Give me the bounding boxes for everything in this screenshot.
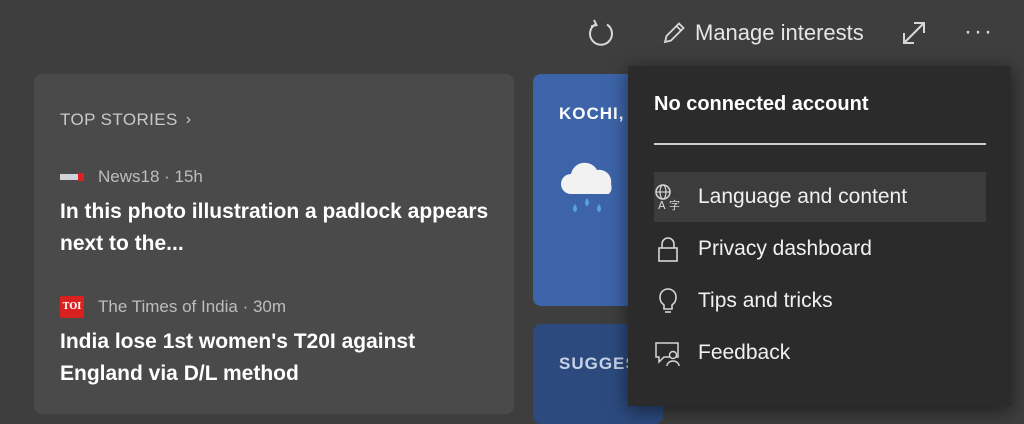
story-item[interactable]: TOI The Times of India · 30m India lose … xyxy=(60,296,500,390)
refresh-button[interactable] xyxy=(586,18,616,48)
menu-item-language-and-content[interactable]: A 字 Language and content xyxy=(654,172,986,222)
chevron-right-icon: › xyxy=(185,111,192,128)
story-source-text: News18 · 15h xyxy=(98,167,203,186)
manage-interests-button[interactable]: Manage interests xyxy=(661,20,864,46)
svg-text:字: 字 xyxy=(669,198,680,211)
news18-logo-icon xyxy=(60,166,84,188)
top-stories-card: TOP STORIES › News18 · 15h In this photo… xyxy=(34,74,514,414)
options-menu: No connected account A 字 Language and co… xyxy=(628,66,1011,406)
top-stories-title: TOP STORIES xyxy=(60,110,178,129)
menu-item-label: Feedback xyxy=(698,341,791,364)
expand-button[interactable] xyxy=(900,19,928,47)
menu-item-label: Language and content xyxy=(698,185,908,208)
more-options-button[interactable]: ··· xyxy=(964,18,994,46)
weather-city: KOCHI, xyxy=(559,104,625,123)
menu-item-tips-and-tricks[interactable]: Tips and tricks xyxy=(654,276,986,326)
manage-interests-label: Manage interests xyxy=(695,20,864,45)
menu-item-label: Tips and tricks xyxy=(698,289,833,312)
pencil-icon xyxy=(663,22,685,44)
lock-icon xyxy=(654,235,682,263)
menu-divider xyxy=(654,143,986,145)
story-source: TOI The Times of India · 30m xyxy=(60,296,500,318)
language-icon: A 字 xyxy=(654,183,682,211)
story-source-text: The Times of India · 30m xyxy=(98,297,287,316)
rain-cloud-icon xyxy=(557,160,623,225)
account-status: No connected account xyxy=(654,93,869,115)
menu-item-label: Privacy dashboard xyxy=(698,237,872,260)
refresh-icon xyxy=(589,19,613,46)
feedback-icon xyxy=(654,339,682,367)
toi-logo-icon: TOI xyxy=(60,296,84,318)
menu-item-privacy-dashboard[interactable]: Privacy dashboard xyxy=(654,224,986,274)
expand-icon xyxy=(903,22,925,44)
story-source: News18 · 15h xyxy=(60,166,500,188)
story-headline[interactable]: India lose 1st women's T20I against Engl… xyxy=(60,326,500,390)
story-headline[interactable]: In this photo illustration a padlock app… xyxy=(60,196,500,260)
toolbar: Manage interests ··· xyxy=(0,0,1024,68)
suggested-label: SUGGES xyxy=(559,354,638,373)
top-stories-header[interactable]: TOP STORIES › xyxy=(60,110,192,130)
story-item[interactable]: News18 · 15h In this photo illustration … xyxy=(60,166,500,260)
lightbulb-icon xyxy=(654,287,682,315)
more-icon: ··· xyxy=(964,18,994,45)
svg-text:A: A xyxy=(658,199,666,211)
menu-item-feedback[interactable]: Feedback xyxy=(654,328,986,378)
